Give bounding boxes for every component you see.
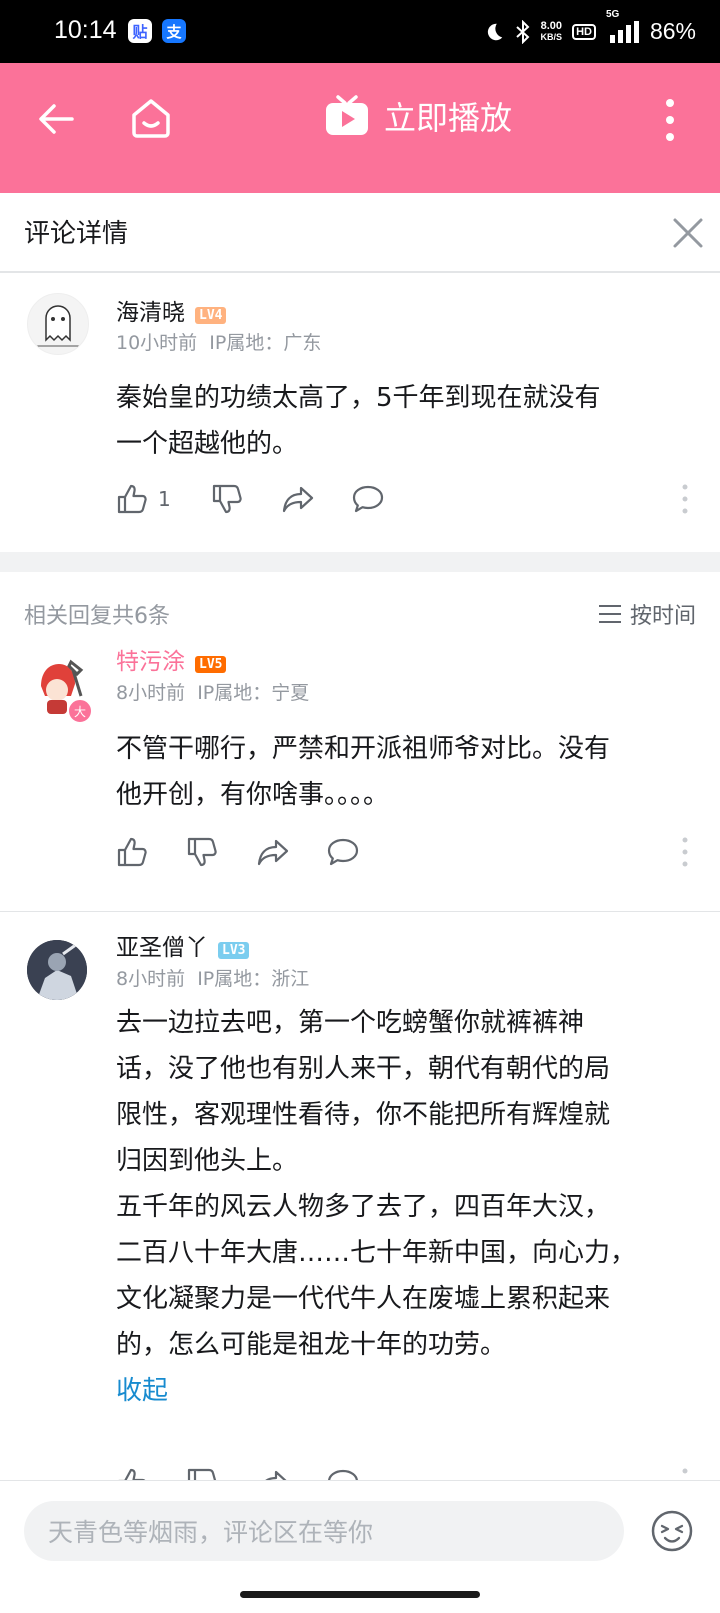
- reply-user-line: 特污涂 LV5: [116, 642, 227, 676]
- reply-more-icon[interactable]: [682, 1468, 688, 1480]
- reply-bubble-icon[interactable]: [351, 483, 385, 515]
- top-navbar: 立即播放: [0, 63, 720, 193]
- moon-icon: [487, 23, 502, 40]
- replies-header: 相关回复共6条 按时间: [0, 572, 720, 656]
- hd-badge: HD: [572, 23, 596, 40]
- level-badge: LV5: [195, 656, 227, 673]
- share-icon[interactable]: [256, 836, 290, 868]
- username[interactable]: 亚圣僧丫: [116, 935, 208, 961]
- status-bar: 10:14 贴 支 8.00 KB/S HD 5G 86%: [0, 0, 720, 63]
- share-icon[interactable]: [256, 1467, 290, 1480]
- vip-badge: 大: [67, 698, 93, 724]
- thumbs-down-icon[interactable]: [186, 836, 218, 868]
- reply-user-line: 亚圣僧丫 LV3: [116, 928, 250, 962]
- root-comment: 海清晓 LV4 10小时前 IP属地：广东 秦始皇的功绩太高了，5千年到现在就没有…: [0, 273, 720, 552]
- home-icon[interactable]: [128, 95, 174, 141]
- avatar[interactable]: [27, 293, 89, 355]
- battery-text: 86%: [649, 18, 696, 44]
- username[interactable]: 海清晓: [116, 300, 185, 326]
- comment-more-icon[interactable]: [682, 484, 688, 514]
- sort-by-time-button[interactable]: 按时间: [598, 598, 696, 630]
- signal-icon: 5G: [606, 9, 640, 43]
- reply-bubble-icon[interactable]: [326, 1467, 360, 1480]
- page-title: 评论详情: [24, 219, 129, 249]
- bluetooth-icon: [515, 19, 529, 44]
- thumbs-down-icon[interactable]: [211, 483, 243, 515]
- avatar[interactable]: [27, 940, 87, 1000]
- list-sort-icon: [598, 605, 621, 623]
- avatar[interactable]: 大: [27, 656, 93, 724]
- level-badge: LV3: [218, 942, 250, 959]
- comment-content: 秦始皇的功绩太高了，5千年到现在就没有 一个超越他的。: [116, 383, 601, 459]
- emoji-icon[interactable]: [650, 1509, 694, 1553]
- tv-play-icon: [326, 95, 368, 135]
- play-now-label: 立即播放: [384, 99, 513, 137]
- comment-user-line: 海清晓 LV4: [116, 293, 227, 327]
- section-divider: [0, 552, 720, 572]
- more-vertical-icon[interactable]: [664, 97, 676, 143]
- sort-label: 按时间: [629, 604, 696, 629]
- warrior-avatar-icon: [27, 940, 87, 1000]
- reply-meta: 8小时前 IP属地：宁夏: [116, 678, 309, 705]
- close-icon[interactable]: [672, 217, 704, 249]
- comment-input[interactable]: 天青色等烟雨，评论区在等你: [24, 1501, 624, 1561]
- reply-more-icon[interactable]: [682, 837, 688, 867]
- home-indicator[interactable]: [240, 1591, 480, 1598]
- comment-time: 10小时前: [116, 332, 198, 354]
- username[interactable]: 特污涂: [116, 649, 185, 675]
- thumbs-down-icon[interactable]: [186, 1467, 218, 1480]
- alipay-icon: 支: [162, 19, 186, 43]
- reply-content: 不管干哪行，严禁和开派祖师爷对比。没有 他开创，有你啥事。。。。: [116, 734, 611, 810]
- status-time: 10:14: [54, 16, 117, 44]
- like-count: 1: [158, 487, 171, 511]
- reply-ip: IP属地：宁夏: [197, 682, 310, 704]
- comment-ip: IP属地：广东: [209, 332, 322, 354]
- reply-time: 8小时前: [116, 968, 186, 990]
- play-now-button[interactable]: 立即播放: [324, 93, 512, 139]
- reply-count: 相关回复共6条: [24, 604, 170, 629]
- back-arrow-icon[interactable]: [36, 99, 76, 139]
- comment-input-bar: 天青色等烟雨，评论区在等你: [0, 1480, 720, 1613]
- thumbs-up-icon[interactable]: [116, 1467, 148, 1480]
- comment-detail-header: 评论详情: [0, 193, 720, 273]
- reply-ip: IP属地：浙江: [197, 968, 310, 990]
- reply-content: 去一边拉去吧，第一个吃螃蟹你就裤裤神 话，没了他也有别人来干，朝代有朝代的局 限…: [116, 1000, 636, 1414]
- level-badge: LV4: [195, 307, 227, 324]
- reply-meta: 8小时前 IP属地：浙江: [116, 964, 309, 991]
- reply-bubble-icon[interactable]: [326, 836, 360, 868]
- tieba-icon: 贴: [128, 19, 152, 43]
- share-icon[interactable]: [281, 483, 315, 515]
- collapse-link[interactable]: 收起: [116, 1368, 636, 1414]
- ghost-avatar-icon: [36, 305, 80, 347]
- thumbs-up-icon[interactable]: [116, 483, 148, 515]
- net-speed: 8.00 KB/S: [540, 19, 563, 42]
- reply-actions: [116, 836, 688, 868]
- comment-actions: 1: [116, 483, 688, 515]
- reply-item: 亚圣僧丫 LV3 8小时前 IP属地：浙江 去一边拉去吧，第一个吃螃蟹你就裤裤神 …: [0, 912, 720, 1480]
- status-right: 8.00 KB/S HD 5G 86%: [483, 9, 696, 45]
- comment-meta: 10小时前 IP属地：广东: [116, 328, 321, 355]
- reply-item: 大 特污涂 LV5 8小时前 IP属地：宁夏 不管干哪行，严禁和开派祖师爷对比。没…: [0, 649, 720, 911]
- thumbs-up-icon[interactable]: [116, 836, 148, 868]
- reply-time: 8小时前: [116, 682, 186, 704]
- reply-actions: [116, 1467, 688, 1480]
